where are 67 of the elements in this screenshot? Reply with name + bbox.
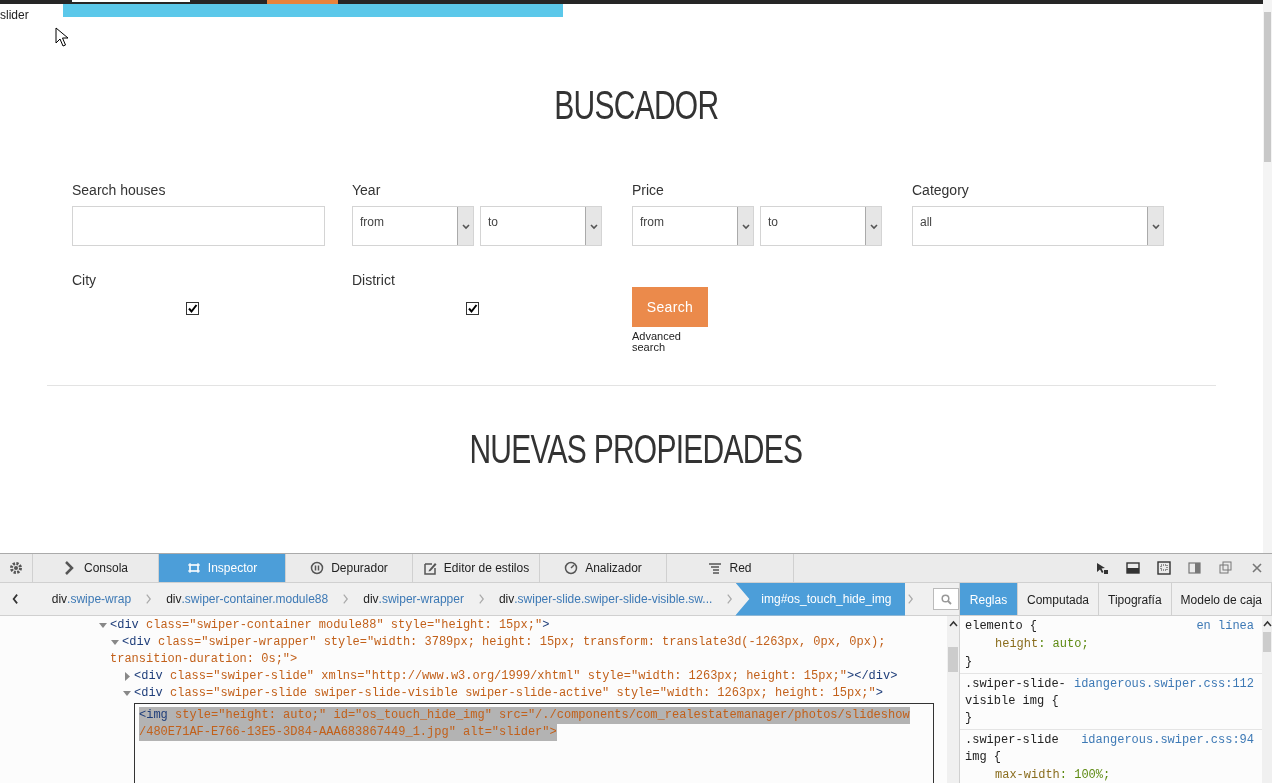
scrollbar-thumb[interactable] — [1263, 632, 1271, 652]
breadcrumb[interactable]: div.swiper-wrapper — [351, 582, 476, 616]
from-select[interactable]: from — [352, 206, 474, 246]
scrollbar[interactable] — [947, 616, 960, 783]
breadcrumb[interactable]: div.swipe-wrap — [39, 582, 144, 616]
field-label: Price — [632, 182, 665, 198]
to-select[interactable]: to — [760, 206, 882, 246]
dock-side-icon[interactable] — [1188, 561, 1202, 575]
pencil-icon — [422, 561, 437, 575]
css-declaration: max-width: 100%; — [994, 767, 1112, 783]
scrollbar[interactable] — [1262, 616, 1272, 783]
css-selector: .swiper-slide- visible img { — [965, 676, 1065, 710]
frame-icon — [186, 561, 201, 575]
scroll-up-icon[interactable] — [948, 620, 958, 629]
pause-icon — [310, 561, 325, 575]
breadcrumb[interactable]: div.swiper-slide.swiper-slide-visible.sw... — [486, 582, 725, 616]
lines-icon — [708, 561, 723, 575]
search-field[interactable] — [933, 588, 960, 610]
markup-line[interactable]: <div class="swiper-wrapper" style="width: 3789px; height: 15px; transform: translate3d(-1263px, 0px, 0px); — [122, 634, 886, 651]
responsive-icon[interactable] — [1157, 561, 1171, 575]
closing-brace: } — [965, 710, 973, 727]
markup-line[interactable]: <div class="swiper-container module88" style="height: 15px;"> — [110, 617, 550, 634]
devtools-tab[interactable]: Red — [667, 554, 794, 582]
page-heading: BUSCADOR — [554, 82, 718, 129]
check-icon — [187, 303, 198, 314]
advanced-search-link[interactable]: Advanced search — [632, 331, 692, 353]
section-heading: NUEVAS PROPIEDADES — [469, 426, 803, 473]
close-icon[interactable] — [1250, 561, 1264, 575]
field-label: Category — [912, 182, 970, 198]
markup-line[interactable]: transition-duration: 0s;"> — [110, 651, 886, 668]
field-label: District — [352, 272, 396, 288]
devtools-tab[interactable]: Depurador — [286, 554, 413, 582]
field-label: Year — [352, 182, 382, 198]
devtools-tab[interactable]: Editor de estilos — [413, 554, 540, 582]
gauge-icon — [564, 561, 579, 575]
source-link[interactable]: en línea — [1196, 618, 1257, 635]
console-panel-icon[interactable] — [1126, 561, 1140, 575]
to-select[interactable]: to — [480, 206, 602, 246]
panel-tab[interactable]: Tipografía — [1099, 583, 1172, 615]
scroll-up-icon[interactable] — [1262, 620, 1272, 629]
checkbox[interactable] — [186, 302, 199, 315]
image-alt-text: slider — [0, 7, 29, 24]
check-icon — [467, 303, 478, 314]
field-label: Search houses — [72, 182, 167, 198]
markup-line[interactable]: <div class="swiper-slide swiper-slide-visible swiper-slide-active" style="width: 1263px; height: 15px;"> — [134, 685, 883, 702]
window-icon[interactable] — [1219, 561, 1233, 575]
css-declaration: height: auto; — [994, 636, 1090, 653]
closing-brace: } — [965, 654, 973, 671]
css-selector: .swiper-slide img { — [965, 732, 1060, 766]
source-link[interactable]: idangerous.swiper.css:94 — [1081, 732, 1257, 766]
search-input[interactable] — [72, 206, 325, 246]
pick-element-icon[interactable] — [1095, 561, 1109, 575]
checkbox[interactable] — [466, 302, 479, 315]
scrollbar-thumb[interactable] — [948, 647, 958, 672]
field-label: City — [72, 272, 98, 288]
breadcrumb[interactable]: div.swiper-container.module88 — [154, 582, 341, 616]
category-select[interactable]: all — [912, 206, 1164, 246]
scrollbar[interactable] — [1263, 0, 1272, 553]
cursor-icon — [55, 27, 69, 47]
panel-tab[interactable]: Computada — [1017, 583, 1099, 615]
from-select[interactable]: from — [632, 206, 754, 246]
search-icon — [940, 593, 952, 605]
settings-icon[interactable] — [9, 561, 23, 575]
source-link[interactable]: idangerous.swiper.css:112 — [1073, 676, 1257, 710]
devtools-tab[interactable]: Analizador — [540, 554, 667, 582]
css-selector: elemento { — [965, 618, 1038, 635]
markup-line[interactable]: <div class="swiper-slide" xmlns="http://www.w3.org/1999/xhtml" style="width: 1263px; height: 15px;"></div> — [134, 668, 898, 685]
